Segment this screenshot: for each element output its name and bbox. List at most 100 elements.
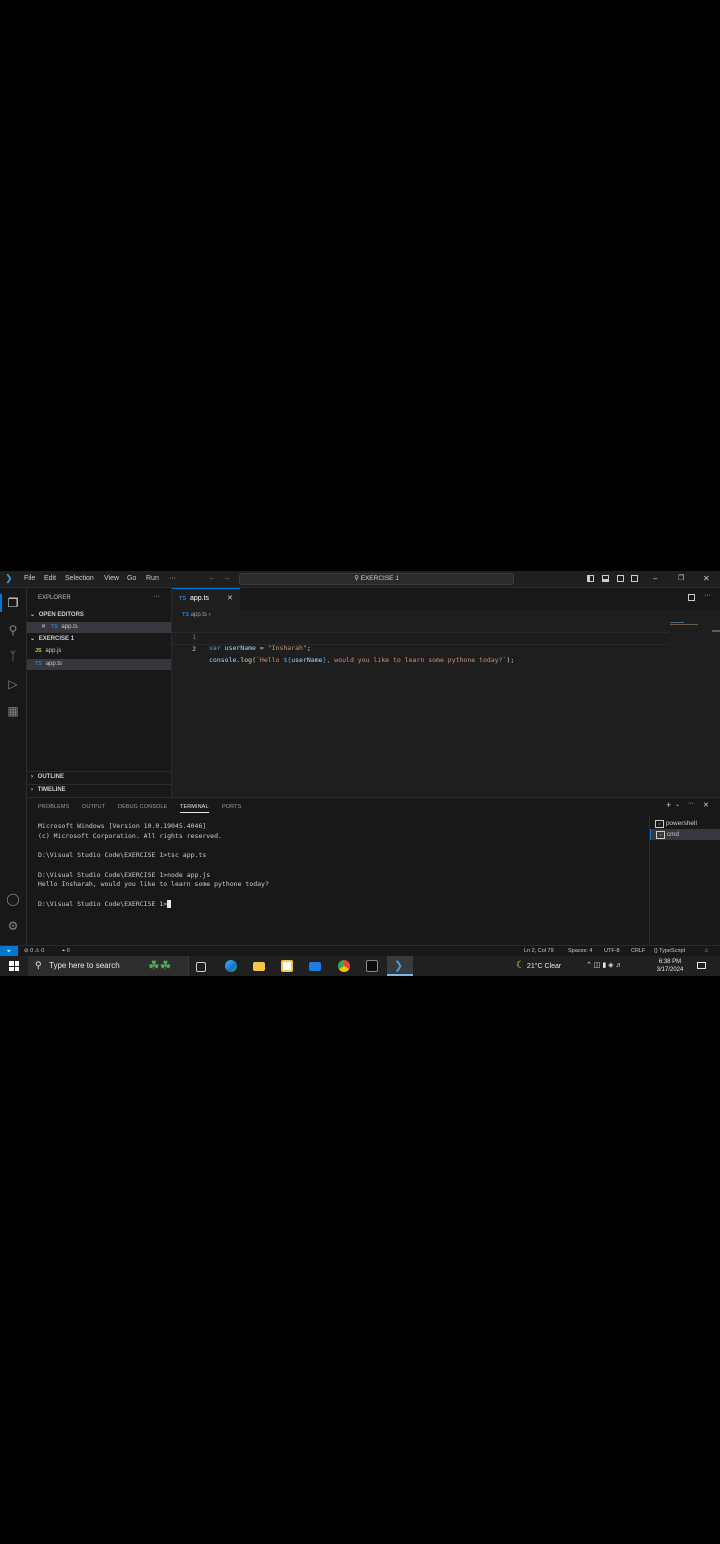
- code-line-active[interactable]: 2 console.log(`Hello ${userName}, would …: [172, 632, 669, 664]
- windows-taskbar: ⚲ Type here to search ☘☘ ❯ ☾ 21°C Clear …: [0, 956, 720, 976]
- split-editor-icon[interactable]: [688, 594, 695, 601]
- terminal-icon: >: [655, 820, 664, 828]
- typescript-file-icon: TS: [50, 624, 58, 630]
- breadcrumb[interactable]: TS app.ts ›: [182, 612, 211, 618]
- close-icon[interactable]: ✕: [41, 624, 46, 630]
- weather-text: 21°C Clear: [526, 963, 562, 970]
- terminal-item-cmd[interactable]: > cmd: [650, 829, 720, 840]
- more-actions-icon[interactable]: ···: [153, 593, 160, 600]
- command-center-search[interactable]: ⚲ EXERCISE 1: [239, 573, 514, 585]
- mail-icon[interactable]: [309, 962, 321, 971]
- workspace-name: EXERCISE 1: [360, 575, 399, 582]
- clock[interactable]: 6:38 PM 3/17/2024: [652, 958, 688, 974]
- typescript-file-icon: TS: [182, 612, 190, 618]
- toggle-sidebar-icon[interactable]: [587, 575, 594, 582]
- more-actions-icon[interactable]: ···: [687, 800, 694, 807]
- tab-ports[interactable]: PORTS: [222, 804, 241, 810]
- terminal-list: > powershell > cmd: [649, 816, 720, 946]
- menu-selection[interactable]: Selection: [65, 575, 94, 582]
- vscode-taskbar-item[interactable]: ❯: [387, 956, 413, 976]
- microsoft-store-icon[interactable]: [281, 960, 293, 972]
- menu-run[interactable]: Run: [146, 575, 159, 582]
- terminal-icon: >: [656, 831, 665, 839]
- file-explorer-icon[interactable]: [253, 962, 265, 971]
- close-panel-icon[interactable]: ✕: [703, 801, 709, 809]
- close-tab-icon[interactable]: ✕: [227, 589, 233, 609]
- taskbar-search-box[interactable]: ⚲ Type here to search ☘☘: [28, 956, 189, 976]
- terminal-prompt: D:\Visual Studio Code\EXERCISE 1>: [38, 900, 172, 908]
- settings-gear-icon[interactable]: ⚙: [6, 919, 20, 933]
- search-highlight-icon: ☘☘: [148, 958, 172, 973]
- scrollbar[interactable]: [712, 630, 720, 632]
- terminal-line: Hello Insharah, would you like to learn …: [38, 880, 269, 888]
- outline-header[interactable]: › OUTLINE: [27, 771, 171, 783]
- tab-output[interactable]: OUTPUT: [82, 804, 105, 810]
- notification-center-icon[interactable]: [697, 962, 706, 969]
- chevron-down-icon: ⌄: [30, 636, 36, 642]
- menu-more[interactable]: ···: [169, 575, 176, 582]
- toggle-panel-icon[interactable]: [602, 575, 609, 582]
- tab-app-ts[interactable]: TS app.ts ✕: [172, 588, 240, 610]
- menu-view[interactable]: View: [104, 575, 119, 582]
- moon-icon: ☾: [516, 960, 525, 971]
- typescript-file-icon: TS: [179, 596, 187, 602]
- timeline-label: TIMELINE: [37, 787, 66, 793]
- vscode-window: ❯ File Edit Selection View Go Run ··· ← …: [0, 571, 720, 976]
- javascript-file-icon: JS: [35, 648, 42, 654]
- file-item-app-js[interactable]: JS app.js: [27, 646, 171, 657]
- terminal-item-powershell[interactable]: > powershell: [650, 818, 720, 829]
- chrome-icon[interactable]: [338, 960, 350, 972]
- task-view-icon[interactable]: [196, 962, 206, 972]
- terminal-app-icon[interactable]: [366, 960, 378, 972]
- vscode-logo-icon: ❯: [394, 960, 404, 972]
- code-line[interactable]: 1 var userName = "Insharah";: [172, 621, 672, 652]
- restore-icon[interactable]: ❐: [678, 574, 684, 582]
- terminal-line: (c) Microsoft Corporation. All rights re…: [38, 832, 222, 840]
- menu-edit[interactable]: Edit: [44, 575, 56, 582]
- search-icon: ⚲: [354, 575, 359, 582]
- code-text: console.log(`Hello ${userName}, would yo…: [209, 656, 515, 664]
- close-window-icon[interactable]: ✕: [703, 574, 710, 583]
- tab-terminal[interactable]: TERMINAL: [180, 804, 209, 813]
- menu-go[interactable]: Go: [127, 575, 136, 582]
- timeline-header[interactable]: › TIMELINE: [27, 784, 171, 796]
- terminal-line: D:\Visual Studio Code\EXERCISE 1>node ap…: [38, 871, 211, 879]
- file-label: app.ts: [45, 661, 63, 667]
- more-actions-icon[interactable]: ···: [704, 592, 711, 599]
- menu-file[interactable]: File: [24, 575, 35, 582]
- account-icon[interactable]: ◯: [6, 892, 20, 906]
- minimize-icon[interactable]: –: [653, 574, 657, 583]
- open-editors-label: OPEN EDITORS: [38, 612, 84, 618]
- activity-bar: ❐ ⚲ ᛉ ▷ ▦ ◯ ⚙: [0, 588, 27, 945]
- chevron-down-icon[interactable]: ⌄: [675, 801, 680, 808]
- run-debug-icon[interactable]: ▷: [6, 677, 20, 691]
- tab-debug-console[interactable]: DEBUG CONSOLE: [118, 804, 167, 810]
- search-icon: ⚲: [35, 960, 42, 970]
- folder-label: EXERCISE 1: [38, 636, 75, 642]
- open-editor-item[interactable]: ✕ TS app.ts: [27, 622, 171, 633]
- explorer-icon[interactable]: ❐: [6, 596, 20, 610]
- customize-layout-icon[interactable]: [631, 575, 638, 582]
- tab-problems[interactable]: PROBLEMS: [38, 804, 69, 810]
- new-terminal-icon[interactable]: +: [666, 800, 671, 810]
- search-icon[interactable]: ⚲: [6, 623, 20, 637]
- folder-header[interactable]: ⌄ EXERCISE 1: [27, 634, 171, 645]
- explorer-title: EXPLORER: [38, 595, 71, 601]
- clock-date: 3/17/2024: [656, 967, 684, 973]
- weather-widget[interactable]: ☾ 21°C Clear: [516, 956, 561, 976]
- minimap[interactable]: [670, 621, 700, 625]
- terminal-output[interactable]: Microsoft Windows [Version 10.0.19045.40…: [27, 816, 647, 946]
- windows-start-icon[interactable]: [9, 961, 19, 971]
- toggle-secondary-sidebar-icon[interactable]: [617, 575, 624, 582]
- back-arrow-icon[interactable]: ←: [208, 573, 216, 582]
- extensions-icon[interactable]: ▦: [6, 704, 20, 718]
- terminal-line: D:\Visual Studio Code\EXERCISE 1>tsc app…: [38, 851, 207, 859]
- source-control-icon[interactable]: ᛉ: [6, 649, 20, 663]
- edge-browser-icon[interactable]: [225, 960, 237, 972]
- chevron-down-icon: ⌄: [30, 612, 36, 618]
- terminal-label: cmd: [666, 831, 680, 838]
- file-item-app-ts[interactable]: TS app.ts: [27, 659, 171, 670]
- open-editors-header[interactable]: ⌄ OPEN EDITORS: [27, 610, 171, 621]
- forward-arrow-icon[interactable]: →: [223, 573, 231, 582]
- system-tray-icons[interactable]: ⌃ ◫ ▮ ◈ ♬: [586, 956, 623, 976]
